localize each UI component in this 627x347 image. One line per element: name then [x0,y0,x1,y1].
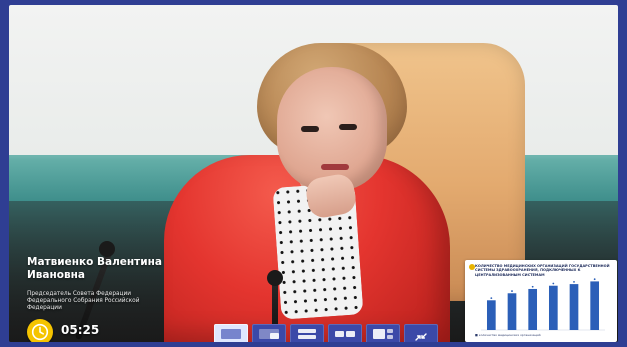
speaker-eye-left [301,126,319,132]
clock-icon [27,319,53,342]
slide-chart-bar [569,284,579,330]
slide-chart-bar [486,300,496,330]
slide-chart-marker [593,278,596,281]
layout-split-horizontal-button[interactable] [290,324,324,342]
microphone-head-right [267,270,283,286]
minimize-icon [410,328,432,341]
slide-chart [481,278,605,331]
slide-chart-marker [490,297,493,299]
layout-video-small-button[interactable] [252,324,286,342]
layout-full-button[interactable] [214,324,248,342]
presentation-frame: Матвиенко Валентина Ивановна Председател… [0,0,627,347]
presentation-slide[interactable]: КОЛИЧЕСТВО МЕДИЦИНСКИХ ОРГАНИЗАЦИЙ ГОСУД… [465,260,617,342]
layout-split-vertical-button[interactable] [328,324,362,342]
minimize-button[interactable] [404,324,438,342]
speaker-mouth [321,164,349,170]
speaker-name: Матвиенко Валентина Ивановна [27,256,162,281]
slide-chart-marker [552,282,555,285]
slide-chart-bar [548,285,558,330]
slide-chart-bar [507,293,517,330]
layout-video-small-icon [258,328,280,340]
slide-chart-bar [528,288,538,330]
layout-slide-focus-icon [372,328,394,340]
slide-chart-marker [511,290,513,292]
layout-slide-focus-button[interactable] [366,324,400,342]
speaker-eye-right [339,124,357,130]
slide-chart-bar [590,281,600,330]
slide-chart-marker [531,285,534,288]
layout-full-icon [220,328,242,340]
speaker-video: Матвиенко Валентина Ивановна Председател… [9,5,618,342]
slide-legend: ■ количество медицинских организаций [475,333,541,337]
slide-chart-marker [573,281,575,283]
layout-switcher [214,324,438,342]
speaker-role: Председатель Совета Федерации Федерально… [27,291,140,311]
layout-split-vertical-icon [334,328,356,340]
speaker-face [277,67,387,191]
microphone-head-left [99,241,115,257]
layout-split-horizontal-icon [296,328,318,340]
speech-timer: 05:25 [61,323,100,337]
